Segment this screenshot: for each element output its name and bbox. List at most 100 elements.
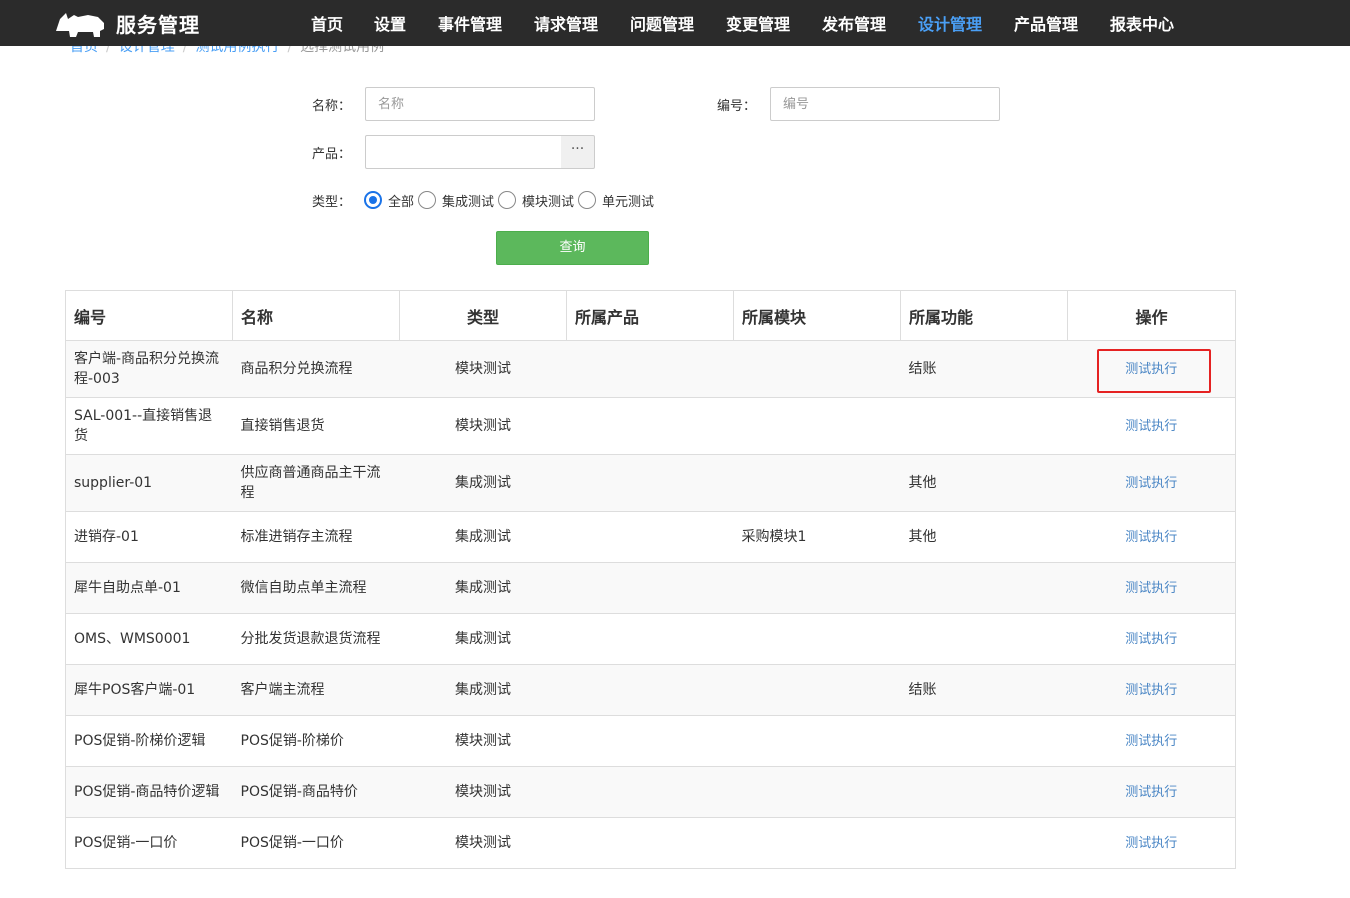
cell-name: POS促销-一口价 (232, 817, 400, 869)
nav-item-problem[interactable]: 问题管理 (630, 0, 694, 46)
type-label: 类型： (312, 195, 352, 210)
product-picker-button[interactable]: ··· (561, 135, 595, 169)
cell-module (733, 454, 901, 512)
nav-item-request[interactable]: 请求管理 (534, 0, 598, 46)
column-header-type[interactable]: 类型 (399, 290, 567, 341)
test-execute-link[interactable]: 测试执行 (1125, 683, 1177, 698)
test-execute-link[interactable]: 测试执行 (1125, 836, 1177, 851)
cell-type: 模块测试 (399, 715, 567, 767)
cell-name: 供应商普通商品主干流程 (232, 454, 400, 512)
cell-action: 测试执行 (1067, 340, 1236, 398)
cell-function (900, 817, 1068, 869)
cell-code: 进销存-01 (65, 511, 233, 563)
column-header-name[interactable]: 名称 (232, 290, 400, 341)
cell-function: 其他 (900, 511, 1068, 563)
nav-item-report[interactable]: 报表中心 (1110, 0, 1174, 46)
cell-product (566, 715, 734, 767)
query-button[interactable]: 查询 (496, 231, 649, 265)
radio-label-module[interactable]: 模块测试 (522, 191, 574, 210)
test-execute-link[interactable]: 测试执行 (1125, 632, 1177, 647)
cell-type: 模块测试 (399, 817, 567, 869)
name-input[interactable] (365, 87, 595, 121)
cell-product (566, 562, 734, 614)
cell-product (566, 340, 734, 398)
cell-function (900, 766, 1068, 818)
cell-product (566, 766, 734, 818)
product-label: 产品： (312, 147, 352, 162)
cell-name: 分批发货退款退货流程 (232, 613, 400, 665)
cell-type: 模块测试 (399, 397, 567, 455)
cell-module (733, 340, 901, 398)
nav-item-release[interactable]: 发布管理 (822, 0, 886, 46)
cell-action: 测试执行 (1067, 454, 1236, 512)
product-input[interactable] (365, 135, 562, 169)
type-radio-group: 全部 集成测试 模块测试 单元测试 (364, 189, 658, 211)
cell-module (733, 766, 901, 818)
brand-title: 服务管理 (116, 12, 200, 37)
cell-name: 客户端主流程 (232, 664, 400, 716)
table-header-row: 编号 名称 类型 所属产品 所属模块 所属功能 操作 (65, 290, 1236, 341)
cell-module (733, 817, 901, 869)
cell-name: POS促销-商品特价 (232, 766, 400, 818)
test-execute-link[interactable]: 测试执行 (1125, 476, 1177, 491)
test-execute-link[interactable]: 测试执行 (1125, 785, 1177, 800)
test-execute-link[interactable]: 测试执行 (1125, 530, 1177, 545)
cell-module (733, 562, 901, 614)
radio-label-unit[interactable]: 单元测试 (602, 191, 654, 210)
code-input[interactable] (770, 87, 1000, 121)
cell-action: 测试执行 (1067, 766, 1236, 818)
cell-code: POS促销-阶梯价逻辑 (65, 715, 233, 767)
nav-item-product[interactable]: 产品管理 (1014, 0, 1078, 46)
radio-type-unit[interactable] (578, 191, 597, 209)
cell-name: 商品积分兑换流程 (232, 340, 400, 398)
cell-type: 模块测试 (399, 340, 567, 398)
table-row: POS促销-商品特价逻辑 POS促销-商品特价 模块测试 测试执行 (65, 766, 1236, 818)
column-header-code[interactable]: 编号 (65, 290, 233, 341)
name-label: 名称： (312, 99, 352, 114)
cell-type: 集成测试 (399, 511, 567, 563)
test-execute-link[interactable]: 测试执行 (1125, 581, 1177, 596)
cell-module (733, 715, 901, 767)
test-execute-link[interactable]: 测试执行 (1125, 419, 1177, 434)
cell-module (733, 664, 901, 716)
cell-name: 直接销售退货 (232, 397, 400, 455)
table-row: 犀牛自助点单-01 微信自助点单主流程 集成测试 测试执行 (65, 562, 1236, 614)
test-execute-link[interactable]: 测试执行 (1125, 362, 1177, 377)
column-header-function[interactable]: 所属功能 (900, 290, 1068, 341)
nav-item-change[interactable]: 变更管理 (726, 0, 790, 46)
cell-code: 犀牛自助点单-01 (65, 562, 233, 614)
cell-function (900, 715, 1068, 767)
column-header-module[interactable]: 所属模块 (733, 290, 901, 341)
nav-item-settings[interactable]: 设置 (374, 0, 406, 46)
radio-label-all[interactable]: 全部 (388, 191, 414, 210)
cell-type: 集成测试 (399, 613, 567, 665)
nav-item-design[interactable]: 设计管理 (918, 0, 982, 46)
table-row: OMS、WMS0001 分批发货退款退货流程 集成测试 测试执行 (65, 613, 1236, 665)
cell-code: POS促销-商品特价逻辑 (65, 766, 233, 818)
radio-type-integration[interactable] (418, 191, 437, 209)
testcase-table: 编号 名称 类型 所属产品 所属模块 所属功能 操作 客户端-商品积分兑换流程-… (65, 290, 1236, 869)
table-row: POS促销-一口价 POS促销-一口价 模块测试 测试执行 (65, 817, 1236, 869)
cell-module (733, 397, 901, 455)
cell-product (566, 454, 734, 512)
cell-function: 其他 (900, 454, 1068, 512)
cell-module: 采购模块1 (733, 511, 901, 563)
brand[interactable]: 服务管理 (54, 7, 200, 39)
cell-product (566, 397, 734, 455)
table-row: POS促销-阶梯价逻辑 POS促销-阶梯价 模块测试 测试执行 (65, 715, 1236, 767)
radio-label-integration[interactable]: 集成测试 (442, 191, 494, 210)
cell-product (566, 664, 734, 716)
cell-type: 模块测试 (399, 766, 567, 818)
column-header-action: 操作 (1067, 290, 1236, 341)
nav-item-home[interactable]: 首页 (311, 0, 343, 46)
test-execute-link[interactable]: 测试执行 (1125, 734, 1177, 749)
cell-function: 结账 (900, 340, 1068, 398)
radio-type-module[interactable] (498, 191, 517, 209)
cell-action: 测试执行 (1067, 613, 1236, 665)
cell-function (900, 613, 1068, 665)
nav-item-incident[interactable]: 事件管理 (438, 0, 502, 46)
radio-type-all[interactable] (364, 191, 382, 209)
cell-action: 测试执行 (1067, 817, 1236, 869)
cell-code: 犀牛POS客户端-01 (65, 664, 233, 716)
column-header-product[interactable]: 所属产品 (566, 290, 734, 341)
